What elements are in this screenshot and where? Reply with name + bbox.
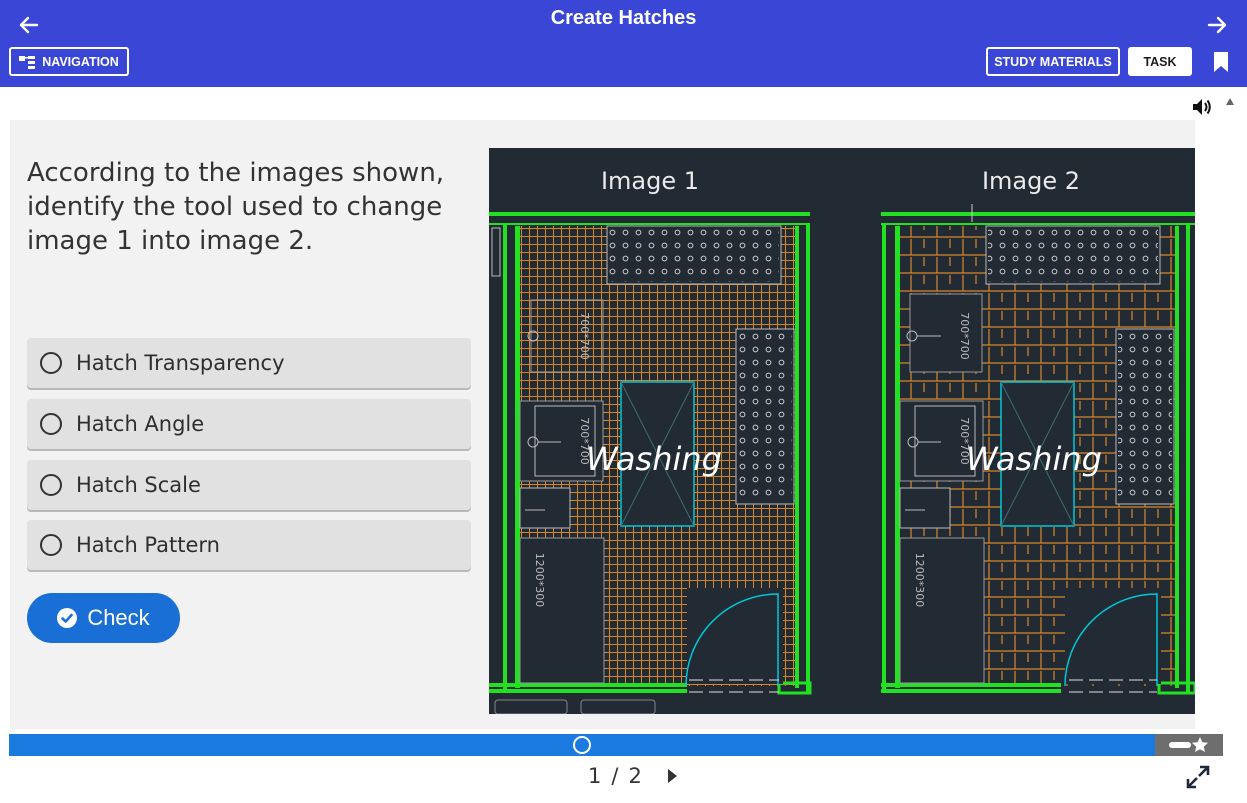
- task-button[interactable]: TASK: [1128, 47, 1192, 76]
- option-hatch-transparency[interactable]: Hatch Transparency: [27, 338, 471, 388]
- progress-knob[interactable]: [573, 736, 591, 754]
- navigation-button[interactable]: NAVIGATION: [9, 47, 129, 76]
- study-materials-button[interactable]: STUDY MATERIALS: [986, 47, 1120, 76]
- radio-button[interactable]: [40, 534, 62, 556]
- dimension-label: 1200*300: [913, 553, 926, 608]
- image1-title: Image 1: [601, 167, 699, 195]
- image2-title: Image 2: [982, 167, 1080, 195]
- dimension-label: 1200*300: [533, 553, 546, 608]
- bookmark-icon[interactable]: [1213, 52, 1229, 72]
- scroll-up-arrow[interactable]: [1226, 98, 1234, 105]
- navigation-icon: [19, 55, 36, 69]
- dimension-label: 700*700: [578, 312, 591, 360]
- header-bar: Create Hatches NAVIGATION STUDY MATERIAL…: [0, 0, 1247, 87]
- image2-plan: 700*700 700*700 1200*300 Washing: [881, 204, 1195, 695]
- question-panel: According to the images shown, identify …: [10, 120, 1195, 729]
- pager: 1 / 2: [588, 764, 677, 788]
- option-hatch-scale[interactable]: Hatch Scale: [27, 460, 471, 510]
- radio-button[interactable]: [40, 413, 62, 435]
- option-label: Hatch Scale: [76, 473, 201, 497]
- option-label: Hatch Pattern: [76, 533, 220, 557]
- check-circle-icon: [57, 608, 78, 628]
- star-icon: [1169, 737, 1208, 752]
- check-label: Check: [87, 605, 150, 630]
- radio-button[interactable]: [40, 352, 62, 374]
- sound-icon[interactable]: [1191, 96, 1213, 118]
- option-label: Hatch Angle: [76, 412, 205, 436]
- room-label: Washing: [966, 440, 1102, 478]
- option-label: Hatch Transparency: [76, 351, 285, 375]
- next-page-icon[interactable]: [667, 769, 677, 783]
- check-button[interactable]: Check: [27, 593, 180, 643]
- room-label: Washing: [586, 440, 722, 478]
- question-text: According to the images shown, identify …: [27, 158, 445, 256]
- option-hatch-angle[interactable]: Hatch Angle: [27, 399, 471, 449]
- cad-comparison-image: Image 1 Image 2 700*700 700*700 1200*300…: [489, 148, 1195, 714]
- fullscreen-icon[interactable]: [1186, 765, 1210, 789]
- current-page: 1: [588, 764, 602, 788]
- progress-bar[interactable]: [9, 734, 1155, 756]
- dimension-label: 700*700: [958, 312, 971, 360]
- progress-end-marker: [1155, 734, 1223, 756]
- page-title: Create Hatches: [550, 7, 697, 29]
- total-pages: 2: [628, 764, 642, 788]
- page-separator: /: [611, 764, 619, 788]
- radio-button[interactable]: [40, 474, 62, 496]
- arrow-right-icon[interactable]: [1204, 12, 1230, 38]
- navigation-label: NAVIGATION: [42, 54, 119, 69]
- image1-plan: 700*700 700*700 1200*300 Washing: [489, 212, 812, 714]
- option-hatch-pattern[interactable]: Hatch Pattern: [27, 520, 471, 570]
